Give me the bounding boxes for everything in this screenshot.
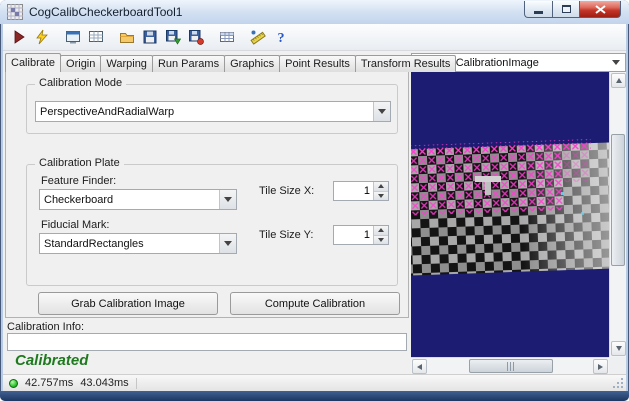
- image-display-area: [400, 72, 626, 374]
- tile-size-x-up-icon[interactable]: [374, 182, 388, 191]
- toolbar: ?: [3, 24, 626, 51]
- client-area: ? Calibrate Origin Warping Run Params Gr…: [3, 24, 626, 391]
- fiducial-mark-label: Fiducial Mark:: [41, 219, 110, 231]
- horizontal-scrollbar-thumb[interactable]: [469, 359, 553, 373]
- feature-finder-dropdown[interactable]: Checkerboard: [39, 189, 237, 210]
- tab-run-params[interactable]: Run Params: [151, 55, 226, 72]
- scroll-up-icon[interactable]: [611, 73, 626, 88]
- calibration-plate-group: Calibration Plate Feature Finder: Checke…: [26, 157, 398, 286]
- titlebar[interactable]: CogCalibCheckerboardTool1: [0, 0, 629, 24]
- checkerboard-image: [400, 72, 622, 357]
- run-time: 42.757ms: [25, 377, 74, 389]
- image-display-icon[interactable]: [62, 26, 83, 48]
- tile-size-y-stepper: [333, 225, 389, 245]
- window-title: CogCalibCheckerboardTool1: [29, 5, 183, 19]
- tile-size-x-input[interactable]: [334, 182, 373, 200]
- calibration-mode-group-label: Calibration Mode: [35, 77, 127, 89]
- app-icon: [7, 4, 23, 20]
- tile-size-x-down-icon[interactable]: [374, 190, 388, 200]
- resize-grip[interactable]: [621, 386, 623, 388]
- grab-calibration-image-button[interactable]: Grab Calibration Image: [38, 292, 218, 315]
- horizontal-scrollbar[interactable]: [411, 357, 609, 374]
- save-results-icon[interactable]: [185, 26, 206, 48]
- record-display-icon[interactable]: [85, 26, 106, 48]
- window-frame-bottom: [0, 391, 629, 401]
- tile-size-y-up-icon[interactable]: [374, 226, 388, 235]
- tile-size-y-down-icon[interactable]: [374, 234, 388, 244]
- maximize-button[interactable]: [552, 1, 579, 18]
- feature-finder-value: Checkerboard: [44, 193, 114, 206]
- run-icon[interactable]: [8, 26, 29, 48]
- compute-calibration-button[interactable]: Compute Calibration: [230, 292, 400, 315]
- scroll-left-icon[interactable]: [412, 359, 427, 374]
- tab-transform-results[interactable]: Transform Results: [354, 55, 457, 72]
- status-bar: 42.757ms 43.043ms: [3, 374, 626, 391]
- scroll-right-icon[interactable]: [593, 359, 608, 374]
- calibrate-tab-page: Calibration Mode PerspectiveAndRadialWar…: [5, 71, 409, 318]
- calibration-image-display[interactable]: [400, 72, 622, 357]
- calibration-mode-dropdown[interactable]: PerspectiveAndRadialWarp: [35, 101, 391, 122]
- statusbar-separator: [135, 377, 137, 389]
- save-icon[interactable]: [139, 26, 160, 48]
- fiducial-mark-dropdown[interactable]: StandardRectangles: [39, 233, 237, 254]
- tab-strip: Calibrate Origin Warping Run Params Grap…: [5, 53, 457, 72]
- calibration-mode-group: Calibration Mode PerspectiveAndRadialWar…: [26, 77, 398, 134]
- calibration-plate-group-label: Calibration Plate: [35, 157, 124, 169]
- open-file-icon[interactable]: [116, 26, 137, 48]
- tab-graphics[interactable]: Graphics: [224, 55, 281, 72]
- edit-grid-icon[interactable]: [216, 26, 237, 48]
- electric-run-icon[interactable]: [31, 26, 52, 48]
- calibration-info-field[interactable]: [7, 333, 407, 351]
- scrollbar-corner: [609, 357, 626, 374]
- status-led-icon: [9, 378, 18, 388]
- chevron-down-icon[interactable]: [219, 234, 236, 253]
- total-time: 43.043ms: [80, 377, 129, 389]
- calibration-status-text: Calibrated: [15, 352, 89, 369]
- svg-text:?: ?: [277, 31, 284, 45]
- tile-size-y-label: Tile Size Y:: [259, 229, 314, 241]
- tile-size-x-stepper: [333, 181, 389, 201]
- calibration-ruler-icon[interactable]: [247, 26, 268, 48]
- vertical-scrollbar[interactable]: [609, 72, 626, 357]
- feature-finder-label: Feature Finder:: [41, 175, 117, 187]
- thumb-grip: [507, 361, 515, 371]
- save-image-icon[interactable]: [162, 26, 183, 48]
- maximize-icon: [561, 5, 571, 13]
- chevron-down-icon[interactable]: [219, 190, 236, 209]
- tab-warping[interactable]: Warping: [100, 55, 153, 72]
- tile-size-x-label: Tile Size X:: [259, 185, 315, 197]
- close-button[interactable]: [579, 1, 621, 18]
- fiducial-mark-value: StandardRectangles: [44, 237, 144, 250]
- chevron-down-icon[interactable]: [373, 102, 390, 121]
- tab-point-results[interactable]: Point Results: [279, 55, 356, 72]
- tab-origin[interactable]: Origin: [60, 55, 102, 72]
- minimize-icon: [534, 11, 543, 14]
- tab-calibrate[interactable]: Calibrate: [5, 53, 62, 72]
- app-window: CogCalibCheckerboardTool1 ? Calibrate Or…: [0, 0, 629, 401]
- vertical-scrollbar-thumb[interactable]: [611, 134, 625, 266]
- scroll-down-icon[interactable]: [611, 341, 626, 356]
- tile-size-y-input[interactable]: [334, 226, 373, 244]
- calibration-mode-value: PerspectiveAndRadialWarp: [40, 105, 175, 118]
- minimize-button[interactable]: [524, 1, 552, 18]
- chevron-down-icon: [612, 60, 620, 65]
- calibration-info-label: Calibration Info:: [7, 321, 85, 333]
- help-icon[interactable]: ?: [270, 26, 291, 48]
- close-icon: [594, 4, 606, 14]
